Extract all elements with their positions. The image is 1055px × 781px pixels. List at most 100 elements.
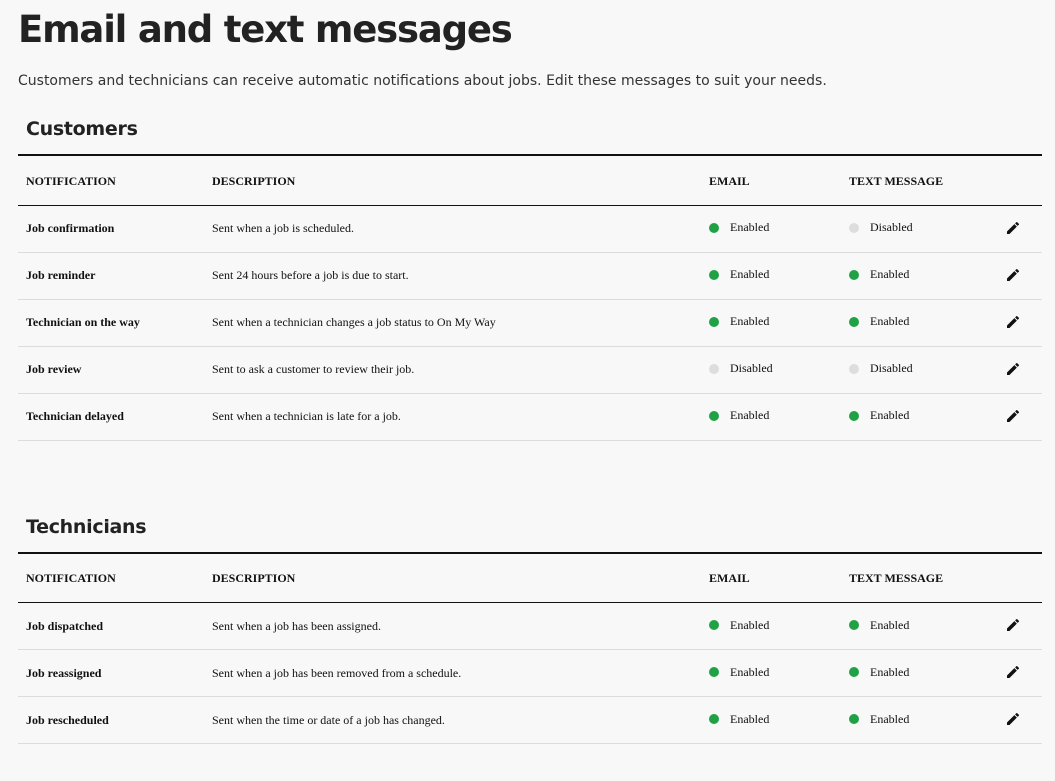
edit-button[interactable] <box>1003 662 1023 682</box>
actions-cell <box>989 697 1042 744</box>
table-row: Job rescheduled Sent when the time or da… <box>18 697 1042 744</box>
notification-name: Job confirmation <box>26 221 115 235</box>
sections-container: Customers NOTIFICATION DESCRIPTION EMAIL… <box>18 116 1042 744</box>
status-dot-icon <box>849 363 859 374</box>
edit-button[interactable] <box>1003 265 1023 285</box>
notifications-table: NOTIFICATION DESCRIPTION EMAIL TEXT MESS… <box>18 154 1042 441</box>
notification-name: Technician on the way <box>26 315 140 329</box>
status-dot-icon <box>849 620 859 631</box>
email-status-label: Enabled <box>730 267 770 282</box>
actions-cell <box>989 603 1042 650</box>
text-message-status-cell: Enabled <box>849 697 989 744</box>
edit-button[interactable] <box>1003 709 1023 729</box>
status-dot-icon <box>849 410 859 421</box>
email-status-label: Enabled <box>730 314 770 329</box>
column-header-email: EMAIL <box>709 571 750 586</box>
table-row: Technician delayed Sent when a technicia… <box>18 393 1042 440</box>
text-message-status-label: Enabled <box>870 617 910 632</box>
pencil-icon <box>1007 665 1020 678</box>
email-status-cell: Enabled <box>709 299 849 346</box>
table-row: Job dispatched Sent when a job has been … <box>18 603 1042 650</box>
pencil-icon <box>1007 221 1020 234</box>
page-title: Email and text messages <box>18 8 513 51</box>
email-status: Enabled <box>709 267 769 282</box>
text-message-status-label: Enabled <box>870 267 910 282</box>
notification-description: Sent 24 hours before a job is due to sta… <box>212 268 409 282</box>
text-message-status: Enabled <box>849 618 909 633</box>
status-dot-icon <box>709 620 719 631</box>
text-message-status: Disabled <box>849 220 913 235</box>
email-status-cell: Enabled <box>709 393 849 440</box>
text-message-status-cell: Enabled <box>849 393 989 440</box>
text-message-status-label: Enabled <box>870 711 910 726</box>
pencil-icon <box>1007 712 1020 725</box>
email-status: Enabled <box>709 665 769 680</box>
email-status-cell: Enabled <box>709 603 849 650</box>
text-message-status-cell: Enabled <box>849 650 989 697</box>
notification-name: Job rescheduled <box>26 712 109 727</box>
actions-cell <box>989 252 1042 299</box>
table-row: Job review Sent to ask a customer to rev… <box>18 346 1042 393</box>
email-status: Enabled <box>709 408 769 423</box>
table-row: Technician on the way Sent when a techni… <box>18 299 1042 346</box>
edit-button[interactable] <box>1003 406 1023 426</box>
edit-button[interactable] <box>1003 359 1023 379</box>
actions-cell <box>989 650 1042 697</box>
notification-name: Job dispatched <box>26 618 104 633</box>
status-dot-icon <box>709 222 719 233</box>
status-dot-icon <box>849 316 859 327</box>
pencil-icon <box>1007 618 1020 631</box>
notification-name: Job reassigned <box>26 665 102 680</box>
column-header-text-message: TEXT MESSAGE <box>849 571 944 586</box>
notifications-table: NOTIFICATION DESCRIPTION EMAIL TEXT MESS… <box>18 552 1042 745</box>
email-status-label: Enabled <box>730 220 770 235</box>
actions-cell <box>989 393 1042 440</box>
table-row: Job confirmation Sent when a job is sche… <box>18 205 1042 252</box>
status-dot-icon <box>709 410 719 421</box>
table-row: Job reminder Sent 24 hours before a job … <box>18 252 1042 299</box>
edit-button[interactable] <box>1003 218 1023 238</box>
notification-description: Sent when a job has been removed from a … <box>212 665 462 680</box>
actions-cell <box>989 346 1042 393</box>
status-dot-icon <box>849 714 859 725</box>
email-status-label: Enabled <box>730 408 770 423</box>
column-header-actions <box>989 553 1042 603</box>
column-header-notification: NOTIFICATION <box>26 173 116 188</box>
notification-description: Sent when the time or date of a job has … <box>212 712 445 727</box>
column-header-notification: NOTIFICATION <box>26 571 116 586</box>
column-header-description: DESCRIPTION <box>212 571 296 586</box>
email-status: Disabled <box>709 361 773 376</box>
table-header-row: NOTIFICATION DESCRIPTION EMAIL TEXT MESS… <box>18 155 1042 205</box>
pencil-icon <box>1007 315 1020 328</box>
column-header-text-message: TEXT MESSAGE <box>849 173 944 188</box>
pencil-icon <box>1007 268 1020 281</box>
email-status-label: Enabled <box>730 664 770 679</box>
customers-section: Customers NOTIFICATION DESCRIPTION EMAIL… <box>18 116 1042 441</box>
page-subtitle: Customers and technicians can receive au… <box>18 73 827 89</box>
text-message-status-label: Enabled <box>870 314 910 329</box>
table-row: Job reassigned Sent when a job has been … <box>18 650 1042 697</box>
pencil-icon <box>1007 362 1020 375</box>
section-title: Customers <box>26 118 138 140</box>
notification-description: Sent to ask a customer to review their j… <box>212 362 415 376</box>
email-status-cell: Enabled <box>709 650 849 697</box>
email-status: Enabled <box>709 314 769 329</box>
text-message-status: Enabled <box>849 408 909 423</box>
text-message-status-label: Enabled <box>870 664 910 679</box>
text-message-status: Disabled <box>849 361 913 376</box>
status-dot-icon <box>849 667 859 678</box>
text-message-status: Enabled <box>849 665 909 680</box>
text-message-status-cell: Enabled <box>849 299 989 346</box>
email-status-cell: Enabled <box>709 205 849 252</box>
notification-name: Job review <box>26 362 82 376</box>
status-dot-icon <box>849 222 859 233</box>
status-dot-icon <box>709 316 719 327</box>
email-status: Enabled <box>709 220 769 235</box>
edit-button[interactable] <box>1003 615 1023 635</box>
page: Email and text messages Customers and te… <box>0 0 1055 781</box>
notification-description: Sent when a technician is late for a job… <box>212 409 401 423</box>
edit-button[interactable] <box>1003 312 1023 332</box>
email-status-cell: Enabled <box>709 252 849 299</box>
text-message-status: Enabled <box>849 314 909 329</box>
text-message-status-cell: Enabled <box>849 252 989 299</box>
